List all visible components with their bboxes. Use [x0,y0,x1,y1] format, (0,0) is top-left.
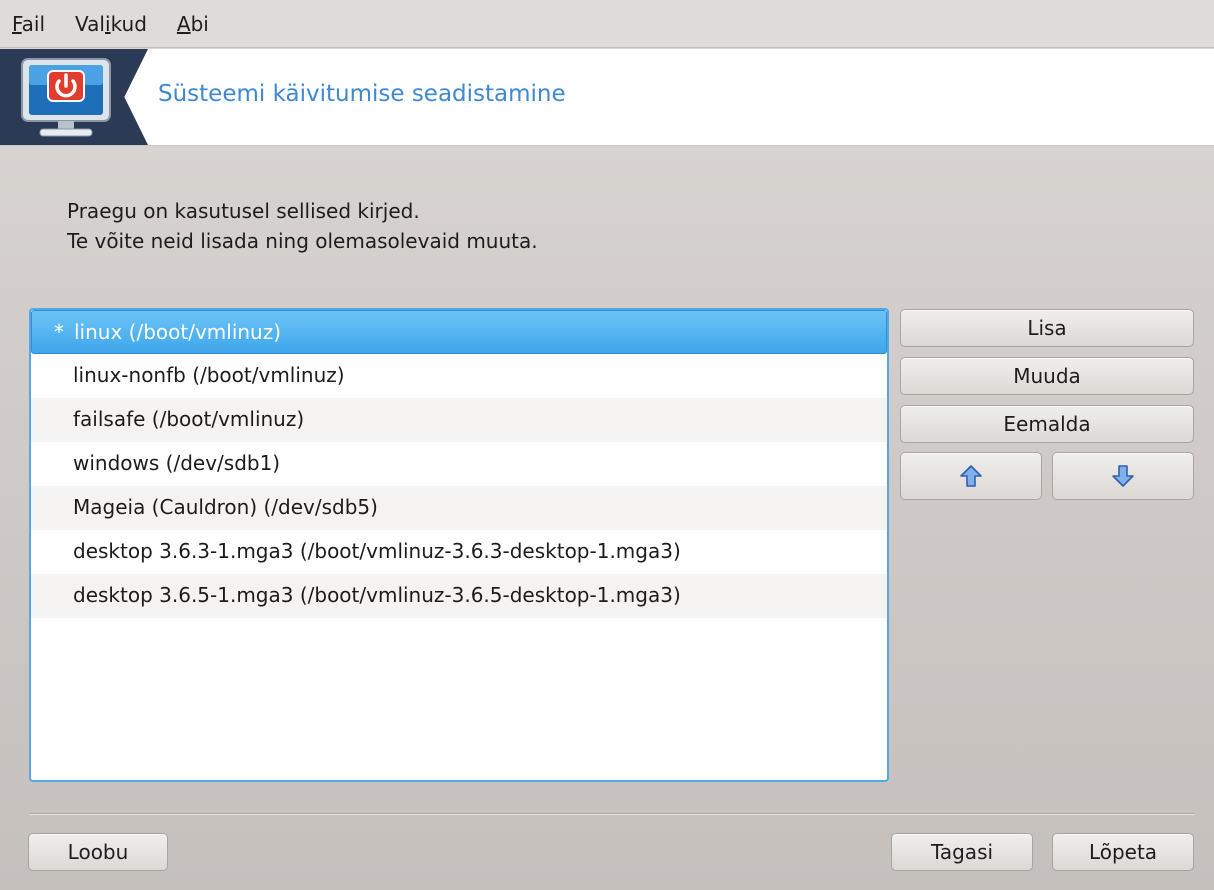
list-item-label: linux-nonfb (/boot/vmlinuz) [73,363,345,387]
info-line-1: Praegu on kasutusel sellised kirjed. [67,199,420,223]
list-item-label: desktop 3.6.3-1.mga3 (/boot/vmlinuz-3.6.… [73,539,681,563]
list-item-label: failsafe (/boot/vmlinuz) [73,407,305,431]
move-down-button[interactable] [1052,452,1194,500]
menu-abi[interactable]: Abi [173,12,213,36]
header-banner: Süsteemi käivitumise seadistamine [0,49,1214,146]
info-text: Praegu on kasutusel sellised kirjed. Te … [67,196,538,256]
list-item[interactable]: desktop 3.6.5-1.mga3 (/boot/vmlinuz-3.6.… [31,574,887,618]
menu-fail-label: ail [21,11,46,36]
list-item[interactable]: linux-nonfb (/boot/vmlinuz) [31,354,887,398]
add-button[interactable]: Lisa [900,309,1194,347]
menu-abi-label: bi [190,11,209,36]
list-item[interactable]: desktop 3.6.3-1.mga3 (/boot/vmlinuz-3.6.… [31,530,887,574]
info-line-2: Te võite neid lisada ning olemasolevaid … [67,229,538,253]
menu-bar: Fail Valikud Abi [0,0,1214,48]
menu-valikud-label-end: kud [110,11,147,36]
menu-valikud[interactable]: Valikud [71,12,151,36]
move-up-button[interactable] [900,452,1042,500]
list-item-label: linux (/boot/vmlinuz) [74,320,282,344]
list-item-label: Mageia (Cauldron) (/dev/sdb5) [73,495,378,519]
menu-valikud-label-start: Val [75,11,105,36]
boot-entry-list[interactable]: * linux (/boot/vmlinuz) linux-nonfb (/bo… [29,308,889,782]
cancel-button[interactable]: Loobu [28,833,168,871]
modify-button[interactable]: Muuda [900,357,1194,395]
page-title: Süsteemi käivitumise seadistamine [158,81,566,107]
back-button[interactable]: Tagasi [891,833,1033,871]
menu-fail-mnemonic: F [12,11,22,36]
list-item[interactable]: * linux (/boot/vmlinuz) [31,310,887,354]
arrow-down-icon [1112,465,1134,487]
list-item-label: desktop 3.6.5-1.mga3 (/boot/vmlinuz-3.6.… [73,583,681,607]
default-entry-marker: * [54,320,64,344]
remove-button[interactable]: Eemalda [900,405,1194,443]
menu-fail[interactable]: Fail [8,12,49,36]
arrow-up-icon [960,465,982,487]
list-item[interactable]: failsafe (/boot/vmlinuz) [31,398,887,442]
computer-power-icon [21,58,111,137]
separator [30,813,1194,815]
finish-button[interactable]: Lõpeta [1052,833,1194,871]
list-item-label: windows (/dev/sdb1) [73,451,281,475]
list-item[interactable]: Mageia (Cauldron) (/dev/sdb5) [31,486,887,530]
menu-abi-mnemonic: A [176,11,191,36]
list-item[interactable]: windows (/dev/sdb1) [31,442,887,486]
